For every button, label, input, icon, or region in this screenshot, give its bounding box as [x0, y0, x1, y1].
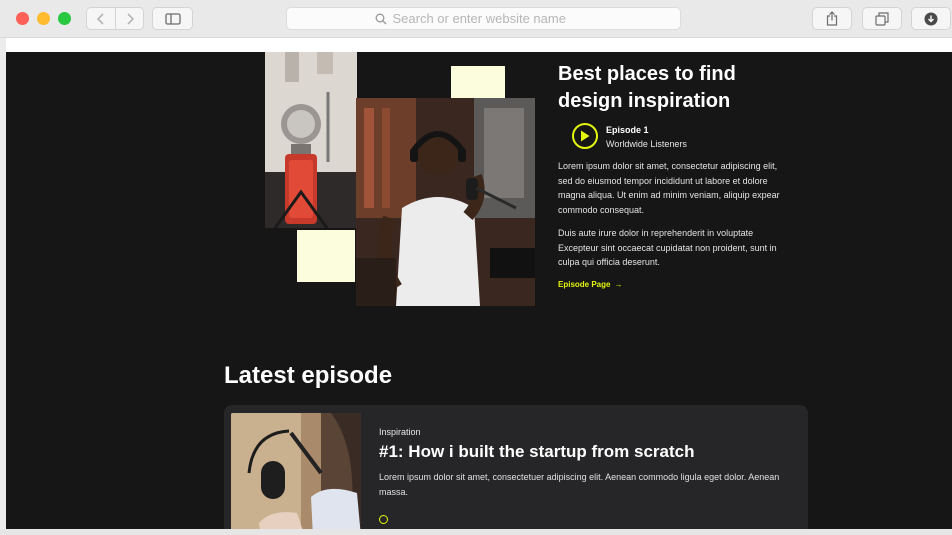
back-chevron-icon — [96, 12, 104, 25]
address-bar[interactable] — [286, 7, 681, 30]
share-button[interactable] — [812, 7, 852, 30]
episode-card-category: Inspiration — [379, 427, 421, 437]
download-icon — [924, 12, 938, 25]
episode-card-description: Lorem ipsum dolor sit amet, consectetuer… — [379, 472, 780, 497]
search-icon — [375, 13, 386, 24]
episode-number: Episode 1 — [606, 125, 649, 135]
episode-info: Episode 1 Worldwide Listeners — [572, 123, 687, 151]
decorative-note-top — [451, 66, 505, 98]
sidebar-icon — [164, 12, 181, 25]
page-top-edge — [6, 38, 952, 52]
episode-card-photo — [231, 413, 361, 529]
episode-card[interactable]: Inspiration #1: How i built the startup … — [224, 405, 808, 529]
play-icon — [581, 130, 590, 142]
share-icon — [826, 11, 838, 26]
history-nav — [86, 7, 145, 30]
window-bottom-edge — [0, 529, 952, 535]
episode-card-play-icon[interactable] — [379, 515, 388, 524]
forward-button[interactable] — [115, 7, 144, 30]
arrow-right-icon: → — [614, 280, 623, 289]
tabs-icon — [875, 11, 889, 26]
address-input[interactable] — [392, 11, 593, 26]
sidebar-toggle-button[interactable] — [152, 7, 193, 30]
episode-page-link[interactable]: Episode Page → — [558, 279, 622, 291]
browser-toolbar — [0, 0, 952, 38]
latest-episode-heading: Latest episode — [224, 362, 393, 389]
hero-collage — [265, 52, 535, 308]
webpage: Best places to find design inspiration E… — [6, 52, 952, 529]
minimize-window-button[interactable] — [37, 12, 50, 25]
tabs-overview-button[interactable] — [862, 7, 902, 30]
hero-paragraph-1: Lorem ipsum dolor sit amet, consectetur … — [558, 161, 780, 215]
zoom-window-button[interactable] — [58, 12, 71, 25]
episode-listeners: Worldwide Listeners — [606, 139, 687, 149]
close-window-button[interactable] — [16, 12, 29, 25]
episode-page-link-label: Episode Page — [558, 280, 611, 289]
decorative-note-bottom — [297, 230, 355, 282]
episode-card-title[interactable]: #1: How i built the startup from scratch — [379, 441, 695, 463]
podcast-host-photo — [356, 98, 535, 306]
back-button[interactable] — [86, 7, 115, 30]
hero-paragraph-2: Duis aute irure dolor in reprehenderit i… — [558, 228, 777, 267]
hero-title: Best places to find design inspiration — [558, 63, 736, 112]
play-episode-button[interactable] — [572, 123, 598, 149]
forward-chevron-icon — [126, 12, 134, 25]
downloads-button[interactable] — [911, 7, 951, 30]
microphone-photo — [265, 52, 357, 228]
